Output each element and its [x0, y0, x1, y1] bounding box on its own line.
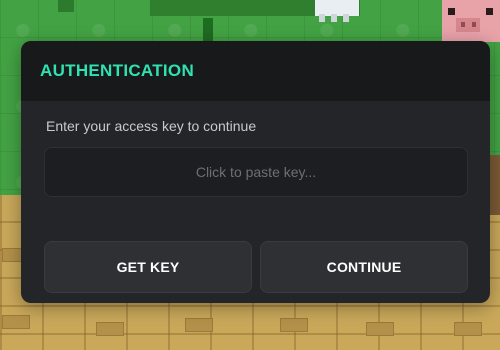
access-key-field[interactable]: Click to paste key...	[44, 147, 468, 197]
sand-tile	[280, 318, 308, 332]
fence-post	[203, 18, 213, 42]
pig-character	[442, 0, 500, 42]
dialog-header: AUTHENTICATION	[21, 41, 490, 101]
authentication-dialog: AUTHENTICATION Enter your access key to …	[21, 41, 490, 303]
continue-button[interactable]: CONTINUE	[260, 241, 468, 293]
sand-tile	[96, 322, 124, 336]
sand-tile	[366, 322, 394, 336]
sheep-character	[315, 0, 359, 22]
grass-block	[58, 0, 74, 12]
access-key-prompt: Enter your access key to continue	[46, 118, 257, 134]
dialog-title: AUTHENTICATION	[40, 61, 195, 80]
sand-tile	[185, 318, 213, 332]
sand-tile	[2, 315, 30, 329]
sand-tile	[454, 322, 482, 336]
game-background: AUTHENTICATION Enter your access key to …	[0, 0, 500, 350]
get-key-button[interactable]: GET KEY	[44, 241, 252, 293]
